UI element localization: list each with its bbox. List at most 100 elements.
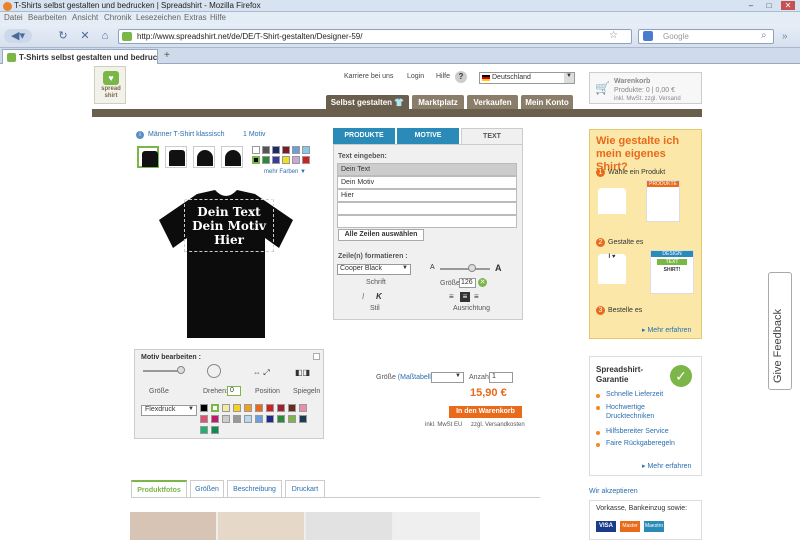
home-icon[interactable]: ⌂ — [98, 29, 112, 43]
tab-motive[interactable]: MOTIVE — [397, 128, 459, 144]
url-bar[interactable]: http://www.spreadshirt.net/de/DE/T-Shirt… — [118, 29, 632, 44]
color-swatch[interactable] — [255, 415, 263, 423]
text-line-input[interactable] — [337, 202, 517, 215]
align-center-icon[interactable]: ≡ — [460, 292, 470, 302]
color-swatch[interactable] — [299, 415, 307, 423]
color-swatch[interactable] — [272, 146, 280, 154]
minimize-icon[interactable]: – — [744, 1, 758, 10]
text-size-input[interactable]: 126 — [459, 278, 476, 288]
quantity-stepper[interactable]: 1 — [489, 372, 513, 383]
resize-handle-icon[interactable]: ⤡ — [268, 248, 276, 256]
nav-tab-selbst-gestalten[interactable]: Selbst gestalten 👕 — [326, 95, 409, 110]
text-size-handle[interactable] — [468, 264, 476, 272]
italic-icon[interactable]: I — [362, 292, 364, 301]
align-right-icon[interactable]: ≡ — [474, 292, 479, 301]
language-select[interactable]: Deutschland ▼ — [479, 72, 575, 84]
maximize-icon[interactable]: □ — [762, 1, 776, 10]
color-swatch[interactable] — [292, 156, 300, 164]
confirm-icon[interactable]: ✕ — [478, 278, 487, 287]
feedback-tab[interactable]: Give Feedback — [768, 272, 792, 390]
mirror-icon[interactable]: ◧◨ — [295, 368, 310, 377]
rotate-handle-icon[interactable]: ↻ — [268, 195, 276, 203]
toolbar-overflow-icon[interactable]: » — [782, 31, 788, 42]
menu-chronik[interactable]: Chronik — [104, 13, 132, 22]
add-to-cart-button[interactable]: In den Warenkorb — [449, 406, 522, 418]
color-swatch[interactable] — [200, 404, 208, 412]
color-swatch[interactable] — [255, 404, 263, 412]
more-colors-link[interactable]: mehr Farben ▼ — [264, 169, 306, 175]
text-line-input[interactable] — [337, 215, 517, 228]
rotate-icon[interactable] — [207, 364, 221, 378]
promo-more-link[interactable]: ▸ Mehr erfahren — [642, 326, 691, 334]
tab-produktfotos[interactable]: Produktfotos — [131, 480, 187, 497]
select-all-button[interactable]: Alle Zeilen auswählen — [338, 229, 424, 241]
color-swatch[interactable] — [266, 415, 274, 423]
menu-hilfe[interactable]: Hilfe — [210, 13, 226, 22]
nav-tab-marktplatz[interactable]: Marktplatz — [412, 95, 464, 110]
product-thumb-hoodie[interactable] — [193, 146, 215, 168]
login-link[interactable]: Login — [407, 73, 424, 80]
align-left-icon[interactable]: ≡ — [449, 292, 454, 301]
help-button[interactable]: ? — [455, 71, 467, 83]
color-swatch[interactable] — [244, 415, 252, 423]
tab-text[interactable]: TEXT — [461, 128, 523, 144]
tab-druckart[interactable]: Druckart — [285, 480, 325, 497]
bookmark-star-icon[interactable]: ☆ — [609, 30, 618, 41]
color-swatch[interactable] — [277, 404, 285, 412]
color-swatch[interactable] — [252, 146, 260, 154]
nav-tab-verkaufen[interactable]: Verkaufen — [467, 95, 518, 110]
bold-icon[interactable]: K — [376, 292, 382, 301]
text-size-slider[interactable] — [440, 268, 490, 270]
product-thumb-vneck[interactable] — [165, 146, 187, 168]
color-swatch[interactable] — [200, 415, 208, 423]
color-swatch[interactable] — [222, 404, 230, 412]
font-select[interactable]: Cooper Black ▼ — [337, 264, 411, 275]
product-name-link[interactable]: Männer T-Shirt klassisch — [148, 131, 225, 138]
rotate-input[interactable]: 0 — [227, 386, 241, 396]
guarantee-item[interactable]: Faire Rückgaberegeln — [606, 440, 675, 447]
color-swatch-selected[interactable] — [211, 404, 219, 412]
product-photo[interactable] — [130, 512, 216, 540]
color-swatch[interactable] — [200, 426, 208, 434]
text-line-input[interactable]: Dein Motiv — [337, 176, 517, 189]
color-swatch[interactable] — [277, 415, 285, 423]
motif-count-link[interactable]: 1 Motiv — [243, 131, 266, 138]
menu-bearbeiten[interactable]: Bearbeiten — [28, 13, 67, 22]
text-line-input[interactable]: Hier — [337, 189, 517, 202]
color-swatch-selected[interactable] — [252, 156, 260, 164]
color-swatch[interactable] — [211, 426, 219, 434]
menu-lesezeichen[interactable]: Lesezeichen — [136, 13, 181, 22]
tab-beschreibung[interactable]: Beschreibung — [227, 480, 282, 497]
color-swatch[interactable] — [233, 404, 241, 412]
color-swatch[interactable] — [266, 404, 274, 412]
color-swatch[interactable] — [282, 146, 290, 154]
color-swatch[interactable] — [299, 404, 307, 412]
tab-produkte[interactable]: PRODUKTE — [333, 128, 395, 144]
color-swatch[interactable] — [211, 415, 219, 423]
back-button[interactable]: ◀▾ — [4, 29, 32, 43]
guarantee-item[interactable]: Hochwertige Drucktechniken — [606, 403, 692, 421]
info-icon[interactable]: i — [136, 131, 144, 139]
search-icon[interactable]: ⌕ — [761, 30, 767, 41]
hilfe-link[interactable]: Hilfe — [436, 73, 450, 80]
print-method-select[interactable]: Flexdruck ▼ — [141, 405, 197, 416]
color-swatch[interactable] — [302, 146, 310, 154]
color-swatch[interactable] — [302, 156, 310, 164]
color-swatch[interactable] — [262, 146, 270, 154]
delete-handle-icon[interactable]: ✕ — [180, 195, 188, 203]
text-line-input[interactable]: Dein Text — [337, 163, 517, 176]
close-icon[interactable]: ✕ — [781, 1, 795, 10]
collapse-icon[interactable] — [313, 353, 320, 360]
cart-box[interactable]: 🛒 Warenkorb Produkte: 0 | 0,00 € inkl. M… — [589, 72, 702, 104]
color-swatch[interactable] — [233, 415, 241, 423]
guarantee-item[interactable]: Hilfsbereiter Service — [606, 428, 669, 435]
position-icon[interactable]: ⇔ ⤢ — [253, 368, 270, 378]
menu-datei[interactable]: Datei — [4, 13, 23, 22]
product-thumb-jacket[interactable] — [221, 146, 243, 168]
guarantee-item[interactable]: Schnelle Lieferzeit — [606, 391, 663, 398]
color-swatch[interactable] — [244, 404, 252, 412]
browser-tab[interactable]: T-Shirts selbst gestalten und bedruck... — [2, 49, 158, 64]
product-photo[interactable] — [218, 512, 304, 540]
product-photo[interactable] — [306, 512, 392, 540]
color-swatch[interactable] — [288, 404, 296, 412]
